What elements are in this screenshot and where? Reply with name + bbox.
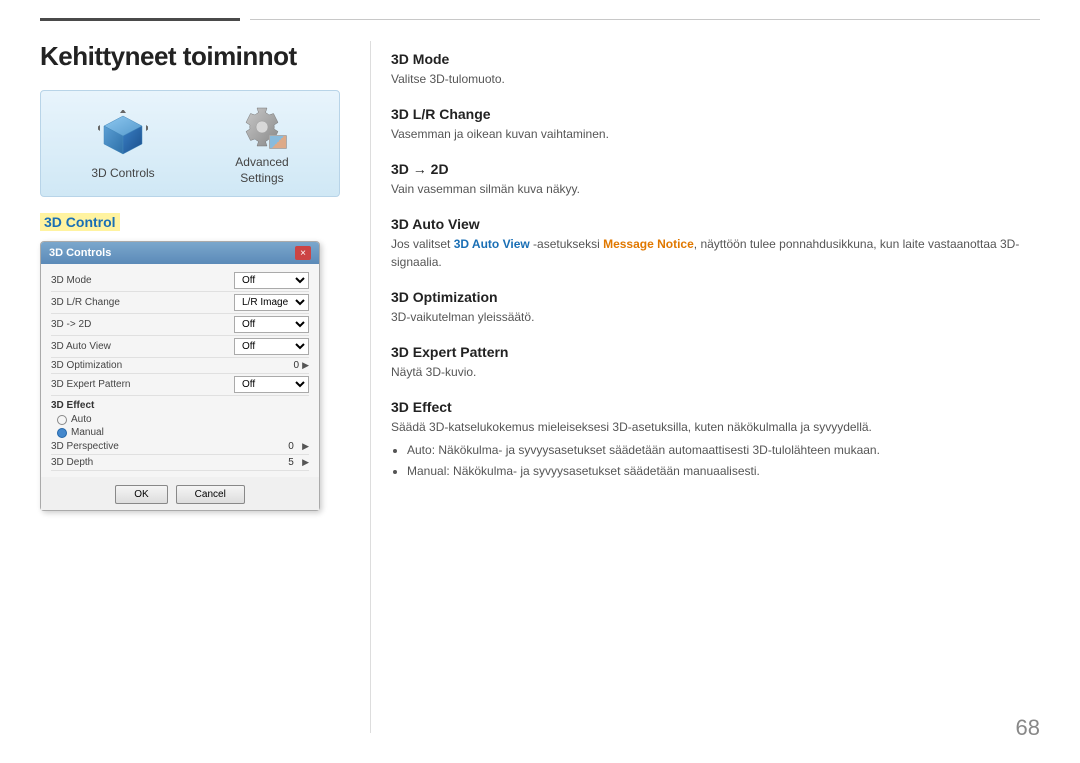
effect-bullet-manual: Manual: Näkökulma- ja syvyysasetukset sä… (407, 462, 1040, 480)
dialog-lr-change-select[interactable]: L/R Image (234, 294, 309, 311)
dialog-row-expert-pattern-value: Off (234, 376, 309, 393)
menu-icons-box: 3D Controls (40, 90, 340, 197)
page-number: 68 (1016, 715, 1040, 741)
dialog-row-lr-change-label: 3D L/R Change (51, 297, 120, 308)
dialog-3d-mode-select[interactable]: Off (234, 272, 309, 289)
dialog-body: 3D Mode Off 3D L/R Change L/R Image (41, 264, 319, 477)
dialog-radio-auto[interactable]: Auto (51, 413, 309, 426)
dialog-row-3d-mode: 3D Mode Off (51, 270, 309, 292)
dialog-ok-button[interactable]: OK (115, 485, 167, 504)
dialog-buttons: OK Cancel (41, 477, 319, 510)
right-column: 3D Mode Valitse 3D-tulomuoto. 3D L/R Cha… (370, 41, 1040, 733)
dialog-row-perspective: 3D Perspective 0 ▶ (51, 439, 309, 455)
page-container: Kehittyneet toiminnot (0, 0, 1080, 763)
dialog-title: 3D Controls (49, 247, 111, 259)
dialog-row-optimization-label: 3D Optimization (51, 360, 122, 371)
dialog-row-3d-2d: 3D -> 2D Off (51, 314, 309, 336)
info-heading-optimization: 3D Optimization (391, 289, 1040, 305)
dialog-row-perspective-control: 0 ▶ (284, 441, 309, 452)
dialog-row-auto-view-value: Off (234, 338, 309, 355)
info-heading-3d-2d: 3D → 2D (391, 161, 1040, 177)
info-text-auto-view: Jos valitset 3D Auto View -asetukseksi M… (391, 235, 1040, 271)
menu-item-advanced-settings[interactable]: AdvancedSettings (235, 105, 288, 186)
info-heading-auto-view: 3D Auto View (391, 216, 1040, 232)
optimization-value: 0 (294, 360, 300, 371)
info-text-3d-2d: Vain vasemman silmän kuva näkyy. (391, 180, 1040, 198)
perspective-value: 0 (284, 441, 298, 452)
dialog-row-3d-mode-label: 3D Mode (51, 275, 92, 286)
info-section-3d-mode: 3D Mode Valitse 3D-tulomuoto. (391, 51, 1040, 88)
dialog-titlebar: 3D Controls × (41, 242, 319, 264)
info-heading-lr-change: 3D L/R Change (391, 106, 1040, 122)
dialog-row-expert-pattern-label: 3D Expert Pattern (51, 379, 130, 390)
menu-item-advanced-settings-label: AdvancedSettings (235, 155, 288, 186)
dialog-box: 3D Controls × 3D Mode Off (40, 241, 320, 511)
dialog-row-expert-pattern: 3D Expert Pattern Off (51, 374, 309, 396)
dialog-cancel-button[interactable]: Cancel (176, 485, 245, 504)
info-section-expert-pattern: 3D Expert Pattern Näytä 3D-kuvio. (391, 344, 1040, 381)
info-heading-effect: 3D Effect (391, 399, 1040, 415)
highlight-manual: Manual (407, 464, 446, 478)
dialog-row-depth: 3D Depth 5 ▶ (51, 455, 309, 471)
top-line-light (250, 19, 1040, 20)
dialog-row-optimization: 3D Optimization 0 ▶ (51, 358, 309, 374)
dialog-row-lr-change-value: L/R Image (234, 294, 309, 311)
dialog-expert-pattern-select[interactable]: Off (234, 376, 309, 393)
info-section-optimization: 3D Optimization 3D-vaikutelman yleissäät… (391, 289, 1040, 326)
dialog-row-3d-2d-value: Off (234, 316, 309, 333)
depth-arrow[interactable]: ▶ (302, 457, 309, 468)
radio-auto-indicator (57, 415, 67, 425)
menu-item-3d-controls[interactable]: 3D Controls (91, 110, 154, 182)
dialog-row-lr-change: 3D L/R Change L/R Image (51, 292, 309, 314)
dialog-row-perspective-label: 3D Perspective (51, 441, 119, 452)
info-heading-expert-pattern: 3D Expert Pattern (391, 344, 1040, 360)
dialog-row-auto-view-label: 3D Auto View (51, 341, 111, 352)
dialog-row-3d-2d-label: 3D -> 2D (51, 319, 91, 330)
depth-value: 5 (284, 457, 298, 468)
dialog-row-optimization-value: 0 ▶ (294, 360, 309, 371)
main-content: Kehittyneet toiminnot (0, 21, 1080, 763)
info-section-effect: 3D Effect Säädä 3D-katselukokemus mielei… (391, 399, 1040, 480)
info-heading-3d-mode: 3D Mode (391, 51, 1040, 67)
info-text-optimization: 3D-vaikutelman yleissäätö. (391, 308, 1040, 326)
dialog-row-depth-label: 3D Depth (51, 457, 93, 468)
info-text-3d-mode: Valitse 3D-tulomuoto. (391, 70, 1040, 88)
info-text-effect-intro: Säädä 3D-katselukokemus mieleiseksesi 3D… (391, 418, 1040, 436)
dialog-row-depth-control: 5 ▶ (284, 457, 309, 468)
dialog-auto-view-select[interactable]: Off (234, 338, 309, 355)
menu-item-3d-controls-label: 3D Controls (91, 166, 154, 182)
info-section-3d-2d: 3D → 2D Vain vasemman silmän kuva näkyy. (391, 161, 1040, 198)
left-column: Kehittyneet toiminnot (40, 41, 340, 733)
optimization-arrow: ▶ (302, 360, 309, 371)
info-section-lr-change: 3D L/R Change Vasemman ja oikean kuvan v… (391, 106, 1040, 143)
dialog-3d-2d-select[interactable]: Off (234, 316, 309, 333)
highlight-auto: Auto (407, 443, 432, 457)
radio-auto-label: Auto (71, 414, 92, 425)
dialog-radio-manual[interactable]: Manual (51, 426, 309, 439)
cube-icon (98, 110, 148, 160)
dialog-effect-header: 3D Effect (51, 396, 309, 413)
dialog-row-3d-mode-value: Off (234, 272, 309, 289)
highlight-auto-view: 3D Auto View (454, 237, 530, 251)
info-text-expert-pattern: Näytä 3D-kuvio. (391, 363, 1040, 381)
highlight-message-notice: Message Notice (603, 237, 694, 251)
dialog-row-auto-view: 3D Auto View Off (51, 336, 309, 358)
page-title: Kehittyneet toiminnot (40, 41, 340, 72)
dialog-close-button[interactable]: × (295, 246, 311, 260)
info-section-auto-view: 3D Auto View Jos valitset 3D Auto View -… (391, 216, 1040, 271)
radio-manual-indicator (57, 428, 67, 438)
info-text-lr-change: Vasemman ja oikean kuvan vaihtaminen. (391, 125, 1040, 143)
effect-bullet-auto: Auto: Näkökulma- ja syvyysasetukset sääd… (407, 441, 1040, 459)
radio-manual-label: Manual (71, 427, 104, 438)
effect-bullet-list: Auto: Näkökulma- ja syvyysasetukset sääd… (391, 441, 1040, 480)
perspective-arrow[interactable]: ▶ (302, 441, 309, 452)
section-label: 3D Control (40, 213, 120, 231)
